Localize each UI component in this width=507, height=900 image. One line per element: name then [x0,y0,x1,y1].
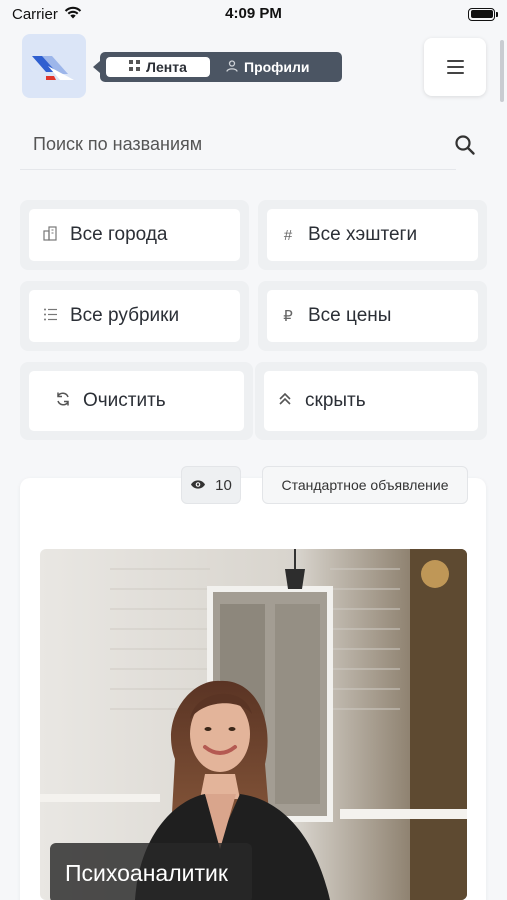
filter-rubrics-button[interactable]: Все рубрики [29,290,240,342]
app-logo[interactable] [22,34,86,98]
search-bar [20,120,456,170]
scroll-indicator[interactable] [500,40,504,102]
views-badge: 10 [181,466,241,504]
listing-type-badge: Стандартное объявление [262,466,468,504]
search-icon[interactable] [454,134,476,156]
menu-button[interactable] [424,38,486,96]
refresh-icon [55,391,71,411]
filter-cities-label: Все города [70,224,168,245]
filter-prices-cell: ₽ Все цены [258,281,487,351]
carrier-label: Carrier [12,5,58,23]
search-input[interactable] [33,134,413,155]
battery-icon [468,7,498,21]
user-icon [226,59,238,75]
views-count: 10 [215,476,232,494]
filter-hashtags-label: Все хэштеги [308,224,418,245]
eye-icon [190,477,206,494]
hash-icon: # [283,226,293,244]
list-icon [42,307,58,326]
buildings-icon [42,225,58,245]
hide-filters-label: скрыть [305,390,366,411]
filter-rubrics-cell: Все рубрики [20,281,249,351]
feed-profiles-switch: Лента Профили [93,52,342,82]
listing-type-label: Стандартное объявление [281,477,449,493]
filter-prices-label: Все цены [308,305,392,326]
clear-cell: Очистить [20,362,253,440]
listing-caption: Психоаналитик [50,843,252,900]
tab-profiles-label: Профили [244,59,310,75]
wifi-icon [64,6,82,23]
filter-rubrics-label: Все рубрики [70,305,180,326]
tab-profiles[interactable]: Профили [216,57,320,77]
listing-title: Психоаналитик [65,859,228,886]
grid-icon [129,60,141,74]
chevrons-up-icon [277,392,293,410]
ruble-icon: ₽ [283,308,293,325]
filter-cities-cell: Все города [20,200,249,270]
tab-feed-label: Лента [146,59,187,75]
filter-cities-button[interactable]: Все города [29,209,240,261]
clear-button[interactable]: Очистить [29,371,244,431]
filter-hashtags-cell: # Все хэштеги [258,200,487,270]
filter-hashtags-button[interactable]: # Все хэштеги [267,209,478,261]
status-bar: Carrier 4:09 PM [0,0,507,28]
hide-filters-button[interactable]: скрыть [264,371,478,431]
filter-prices-button[interactable]: ₽ Все цены [267,290,478,342]
hide-cell: скрыть [255,362,487,440]
hamburger-icon [446,60,464,74]
logo-mark-icon [32,56,74,80]
clear-label: Очистить [83,390,166,411]
tab-feed[interactable]: Лента [106,57,210,77]
